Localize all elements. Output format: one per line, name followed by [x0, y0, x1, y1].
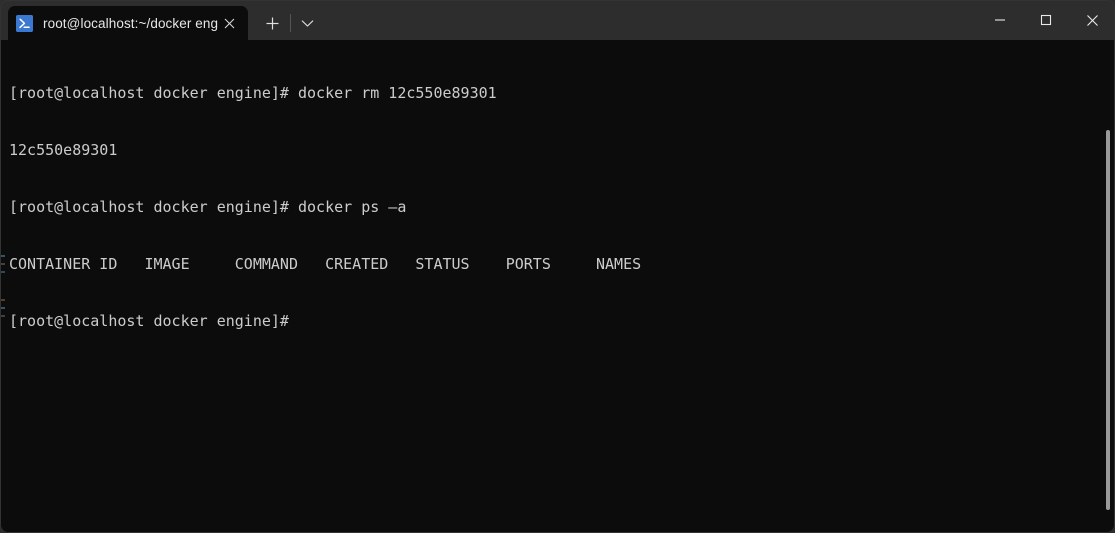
window-controls: [977, 0, 1115, 40]
terminal-scrollbar[interactable]: [1105, 40, 1111, 533]
close-window-button[interactable]: [1069, 0, 1115, 40]
tab-strip: root@localhost:~/docker eng: [0, 0, 323, 40]
title-bar: root@localhost:~/docker eng: [0, 0, 1115, 40]
new-tab-button[interactable]: [254, 8, 290, 38]
maximize-button[interactable]: [1023, 0, 1069, 40]
chevron-down-icon[interactable]: [291, 8, 323, 38]
terminal-pane[interactable]: [root@localhost docker engine]# docker r…: [0, 40, 1115, 533]
new-tab-area: [254, 6, 323, 40]
minimize-button[interactable]: [977, 0, 1023, 40]
terminal-window: root@localhost:~/docker eng [root@localh…: [0, 0, 1115, 533]
terminal-table-header: CONTAINER ID IMAGE COMMAND CREATED STATU…: [9, 255, 642, 273]
terminal-output[interactable]: [root@localhost docker engine]# docker r…: [0, 40, 1115, 533]
tab-root-localhost[interactable]: root@localhost:~/docker eng: [8, 6, 248, 40]
terminal-line: 12c550e89301: [9, 141, 118, 159]
close-tab-icon[interactable]: [218, 12, 240, 34]
terminal-line: [root@localhost docker engine]# docker p…: [9, 198, 407, 216]
tab-title: root@localhost:~/docker eng: [43, 15, 218, 31]
terminal-prompt-line: [root@localhost docker engine]#: [9, 312, 289, 330]
terminal-line: [root@localhost docker engine]# docker r…: [9, 84, 497, 102]
scrollbar-thumb[interactable]: [1106, 130, 1110, 510]
powershell-prompt-icon: [16, 14, 33, 32]
